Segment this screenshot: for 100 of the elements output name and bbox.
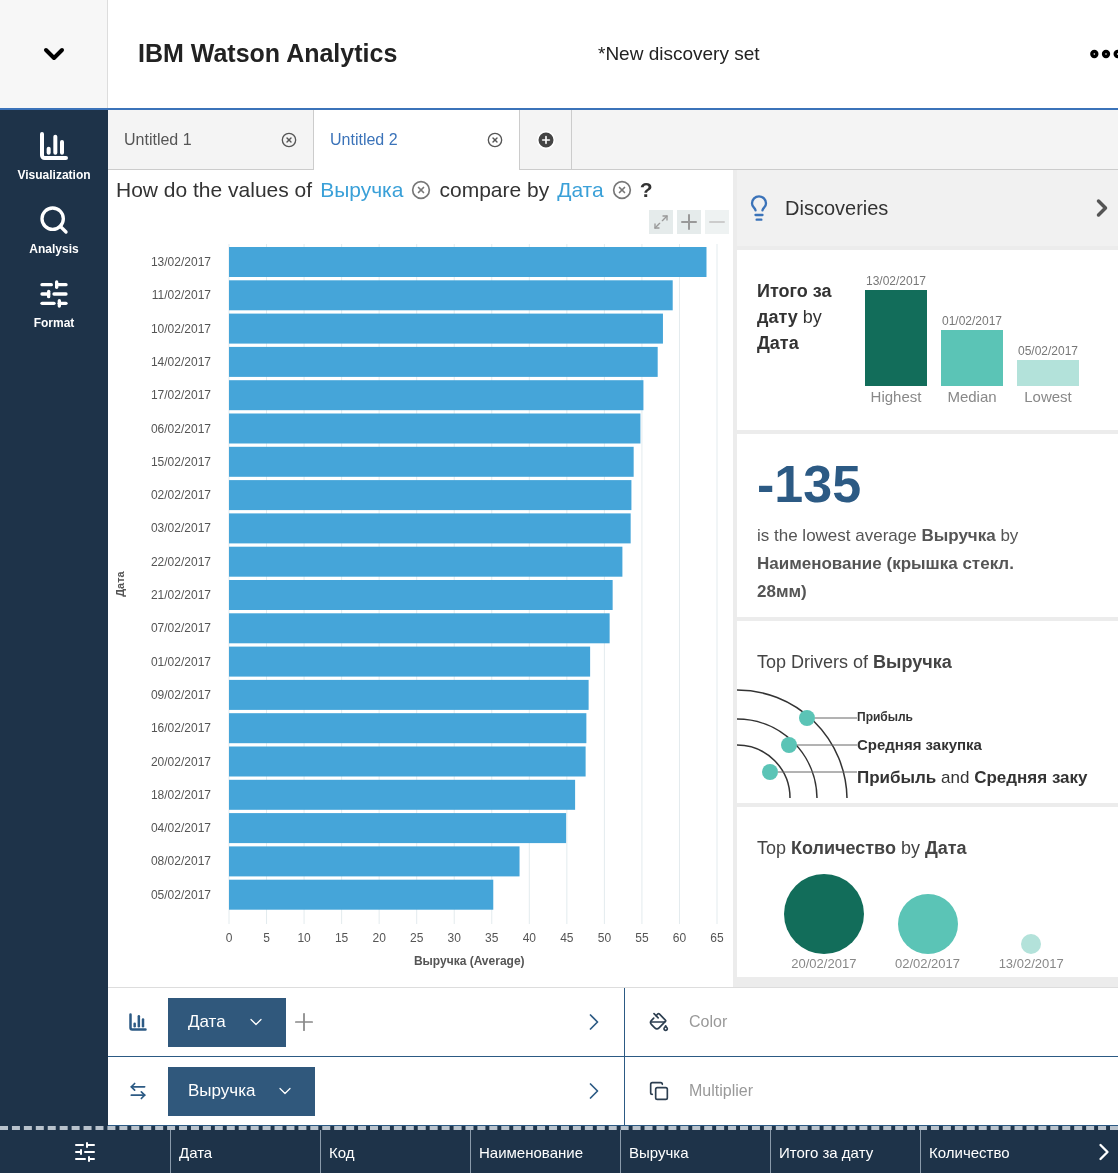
bubble-label: 02/02/2017 <box>894 955 961 973</box>
axis-label: 13/02/2017 <box>150 254 211 269</box>
axis-label: 04/02/2017 <box>150 820 211 835</box>
data-column[interactable]: Итого за дату <box>770 1130 920 1173</box>
data-column[interactable]: Код <box>320 1130 470 1173</box>
axis-label: 21/02/2017 <box>150 587 211 602</box>
axis-tick: 30 <box>447 930 461 945</box>
bubble-label: 13/02/2017 <box>998 955 1064 973</box>
field-chip[interactable]: Выручка <box>168 1066 316 1116</box>
card-title: Top Drivers of Выручка <box>756 651 953 674</box>
axis-tick: 15 <box>334 930 349 945</box>
tab[interactable]: Untitled 2 <box>314 110 520 170</box>
axis-title: Выручка (Average) <box>413 953 525 968</box>
discovery-card[interactable]: -135 is the lowest average Выручка by Наименование (крышка стекл. 28мм) <box>737 434 1118 617</box>
axis-tick: 65 <box>710 930 724 945</box>
bar[interactable] <box>229 446 634 477</box>
bar[interactable] <box>229 779 576 810</box>
zoom-in-icon[interactable] <box>677 209 701 234</box>
axis-label: 09/02/2017 <box>150 687 211 702</box>
axis-tick: 45 <box>560 930 574 945</box>
bar[interactable] <box>229 512 631 543</box>
bar[interactable] <box>229 546 623 577</box>
axis-title: Дата <box>114 570 126 597</box>
bar[interactable] <box>229 679 589 710</box>
bar-caption: Lowest <box>1024 386 1072 407</box>
axis-label: 11/02/2017 <box>151 287 211 302</box>
close-icon[interactable] <box>487 132 503 148</box>
axis-tick: 0 <box>225 930 233 945</box>
field-chip[interactable]: Дата <box>168 997 286 1047</box>
bar[interactable] <box>229 579 613 610</box>
bar-label: 13/02/2017 <box>865 272 927 290</box>
data-column[interactable]: Выручка <box>620 1130 770 1173</box>
discoveries-header[interactable]: Discoveries <box>737 170 1118 246</box>
card-title: Top Количество by Дата <box>756 837 968 860</box>
horizontal-arrows-icon <box>128 1081 148 1101</box>
zoom-out-icon[interactable] <box>705 209 729 234</box>
axis-label: 08/02/2017 <box>150 853 211 868</box>
axis-label: 14/02/2017 <box>150 354 211 369</box>
axis-tick: 20 <box>372 930 386 945</box>
bar-caption: Median <box>947 386 997 407</box>
bar[interactable] <box>229 479 632 510</box>
bar[interactable] <box>229 845 520 876</box>
remove-icon[interactable] <box>411 179 432 200</box>
question-text: How do the values of <box>116 177 313 203</box>
driver-label: Средняя закупка <box>857 735 983 755</box>
axis-label: 17/02/2017 <box>150 387 211 402</box>
axis-tick: 25 <box>410 930 424 945</box>
document-title: *New discovery set <box>598 41 761 66</box>
bar[interactable] <box>229 712 587 743</box>
bar[interactable] <box>229 346 658 377</box>
bar[interactable] <box>229 646 591 677</box>
bar[interactable] <box>229 379 644 410</box>
sliders-icon[interactable] <box>73 1139 97 1164</box>
panel-title: Discoveries <box>785 196 890 221</box>
stat-description: is the lowest average Выручка by Наименование (крышка стекл. 28мм) <box>757 525 1020 603</box>
close-icon[interactable] <box>281 131 297 148</box>
bar[interactable] <box>229 879 494 910</box>
axis-tick: 5 <box>263 930 270 945</box>
axis-tick: 55 <box>635 930 649 945</box>
app-title: IBM Watson Analytics <box>138 38 399 70</box>
axis-label: 05/02/2017 <box>150 887 211 902</box>
axis-tick: 50 <box>597 930 612 945</box>
discovery-card[interactable]: Top Drivers of Выручка Прибыль Средняя закупка Прибыль and Средняя заку <box>737 621 1118 803</box>
bar[interactable] <box>229 246 707 277</box>
card-title: Итого за дату by Дата <box>757 280 833 355</box>
plus-icon <box>535 129 556 150</box>
bar[interactable] <box>229 746 586 776</box>
paint-bucket-icon <box>649 1012 669 1032</box>
stat-value: -135 <box>757 454 863 514</box>
bar-label: 01/02/2017 <box>941 312 1003 330</box>
bar-chart-icon <box>38 130 70 162</box>
sidebar-item[interactable]: Format <box>33 278 75 332</box>
bar-caption: Highest <box>870 386 922 407</box>
axis-label: 16/02/2017 <box>150 720 211 735</box>
bar[interactable] <box>229 812 567 843</box>
axis-tick: 10 <box>297 930 311 945</box>
axis-label: 15/02/2017 <box>150 454 211 469</box>
axis-label: 02/02/2017 <box>150 487 211 502</box>
sidebar-item[interactable]: Analysis <box>29 204 79 258</box>
discovery-card[interactable]: Top Количество by Дата 20/02/2017 02/02/2017 13/02/2017 <box>737 807 1118 977</box>
data-column[interactable]: Наименование <box>470 1130 620 1173</box>
question-text: compare by <box>439 177 550 203</box>
bar[interactable] <box>229 413 641 443</box>
data-column[interactable]: Дата <box>170 1130 320 1173</box>
fit-icon[interactable] <box>649 209 673 234</box>
bar[interactable] <box>229 612 610 643</box>
remove-icon[interactable] <box>611 179 632 200</box>
bar-chart-icon <box>128 1012 148 1032</box>
axis-label: 07/02/2017 <box>150 620 211 635</box>
data-column[interactable]: Количество <box>920 1130 1070 1173</box>
help-mark[interactable]: ? <box>639 174 653 206</box>
bar[interactable] <box>229 279 673 310</box>
axis-label: 20/02/2017 <box>150 754 211 768</box>
shelf-label: Color <box>689 1012 728 1032</box>
axis-label: 22/02/2017 <box>150 554 211 569</box>
axis-label: 03/02/2017 <box>150 520 211 535</box>
bar[interactable] <box>229 313 663 344</box>
sidebar-item[interactable]: Visualization <box>17 130 91 184</box>
axis-label: 01/02/2017 <box>150 654 211 669</box>
discovery-card[interactable]: Итого за дату by Дата 13/02/2017 Highest 01/02/2017 Median 05/02/2017 Lowest <box>737 250 1118 430</box>
